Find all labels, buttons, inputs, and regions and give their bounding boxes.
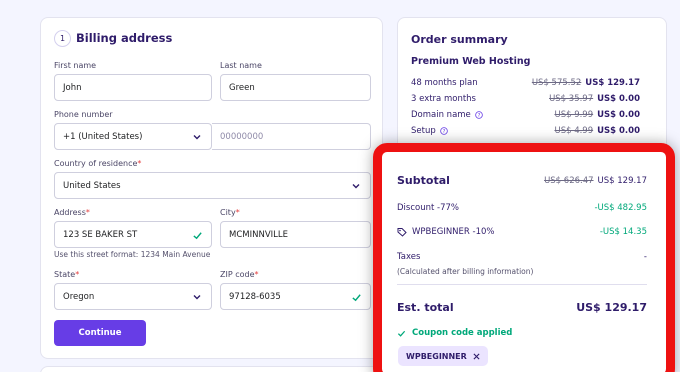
coupon-applied-message: Coupon code applied [397,328,647,338]
first-name-value: John [63,82,82,93]
coupon-chip: WPBEGINNER [398,346,488,366]
check-icon [193,232,202,240]
summary-row: 3 extra months US$ 35.97 US$ 0.00 [411,94,656,106]
close-icon[interactable] [473,352,480,360]
address-value: 123 SE BAKER ST [63,229,138,240]
phone-number-input[interactable]: 00000000 [212,123,371,150]
summary-row: Setup ? US$ 4.99 US$ 0.00 [411,126,656,138]
billing-address-card: 1 Billing address First name John Last n… [40,17,383,359]
divider [397,284,647,285]
summary-row: 48 months plan US$ 575.52 US$ 129.17 [411,78,656,90]
est-total-label: Est. total [397,301,454,314]
old-price: US$ 9.99 [554,110,594,120]
svg-text:?: ? [477,113,480,119]
last-name-input[interactable]: Green [220,74,371,101]
est-total-row: Est. total US$ 129.17 [397,301,647,314]
help-icon[interactable]: ? [475,111,483,119]
new-price: US$ 129.17 [585,78,640,88]
plan-name: Premium Web Hosting [411,56,531,67]
chevron-down-icon [193,135,201,140]
help-icon[interactable]: ? [439,127,448,135]
summary-row-name: Setup [411,126,436,136]
phone-number-label: Phone number [54,110,113,119]
check-icon [397,330,406,337]
summary-row: Domain name ? US$ 9.99 US$ 0.00 [411,110,656,122]
address-hint: Use this street format: 1234 Main Avenue [54,250,211,259]
new-price: US$ 0.00 [597,94,640,104]
zip-value: 97128-6035 [229,291,281,302]
totals-highlight-panel: Subtotal US$ 626.47 US$ 129.17 Discount -… [373,143,675,372]
last-name-label: Last name [220,61,262,70]
summary-row-name: 48 months plan [411,78,478,88]
old-price: US$ 575.52 [531,78,582,88]
country-label: Country of residence* [54,159,142,168]
subtotal-label: Subtotal [397,174,450,187]
phone-number-placeholder: 00000000 [220,131,264,142]
address-label: Address* [54,208,90,217]
subtotal-old-price: US$ 626.47 [544,176,594,186]
next-section-card [40,366,383,372]
coupon-applied-text: Coupon code applied [412,328,513,338]
summary-row-name: 3 extra months [411,94,476,104]
first-name-label: First name [54,61,97,70]
taxes-value: - [643,252,647,262]
continue-button[interactable]: Continue [54,320,146,346]
state-select[interactable]: Oregon [54,283,212,310]
new-price: US$ 0.00 [597,110,640,120]
discount-value: -US$ 482.95 [594,203,647,213]
state-label: State* [54,270,80,279]
svg-text:?: ? [442,129,445,135]
billing-address-title: Billing address [76,31,173,45]
chevron-down-icon [193,295,201,300]
step-number-badge: 1 [54,30,71,47]
new-price: US$ 0.00 [597,126,640,136]
tag-icon [397,228,407,237]
subtotal-new-price: US$ 129.17 [597,176,647,186]
taxes-row: Taxes - [397,252,647,262]
first-name-input[interactable]: John [54,74,212,101]
coupon-chip-label: WPBEGINNER [406,351,467,361]
subtotal-row: Subtotal US$ 626.47 US$ 129.17 [397,174,647,187]
old-price: US$ 35.97 [549,94,594,104]
city-value: MCMINNVILLE [229,229,288,240]
country-select[interactable]: United States [54,172,371,199]
phone-country-select[interactable]: +1 (United States) [54,123,212,150]
city-input[interactable]: MCMINNVILLE [220,221,371,248]
coupon-row: WPBEGINNER -10% -US$ 14.35 [397,227,647,240]
discount-label: Discount -77% [397,203,459,213]
taxes-note: (Calculated after billing information) [397,267,534,276]
order-summary-title: Order summary [411,33,508,46]
phone-country-value: +1 (United States) [63,131,143,142]
city-label: City* [220,208,240,217]
chevron-down-icon [352,184,360,189]
coupon-value: -US$ 14.35 [599,227,647,237]
zip-label: ZIP code* [220,270,259,279]
summary-row-name: Domain name [411,110,471,120]
old-price: US$ 4.99 [554,126,594,136]
country-value: United States [63,180,121,191]
last-name-value: Green [229,82,255,93]
taxes-label: Taxes [397,252,421,262]
state-value: Oregon [63,291,95,302]
coupon-label: WPBEGINNER -10% [412,227,495,237]
zip-input[interactable]: 97128-6035 [220,283,371,310]
address-input[interactable]: 123 SE BAKER ST [54,221,212,248]
discount-row: Discount -77% -US$ 482.95 [397,203,647,213]
est-total-value: US$ 129.17 [576,301,647,314]
check-icon [352,294,361,302]
